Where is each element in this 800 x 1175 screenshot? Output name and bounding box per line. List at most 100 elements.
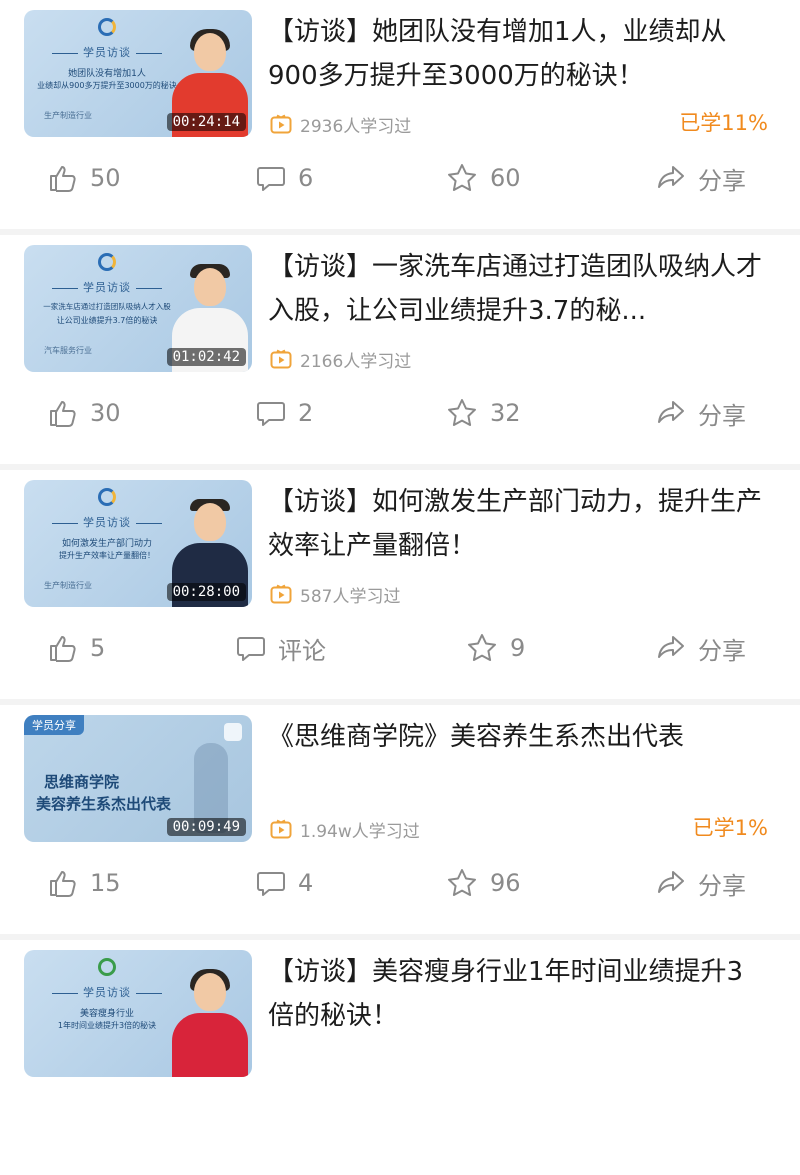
favorite-count: 32 xyxy=(490,399,521,427)
comment-button[interactable]: 2 xyxy=(256,383,313,443)
like-count: 30 xyxy=(90,399,121,427)
post-title[interactable]: 【访谈】美容瘦身行业1年时间业绩提升3倍的秘诀！ xyxy=(268,950,768,1038)
favorite-count: 96 xyxy=(490,869,521,897)
like-count: 5 xyxy=(90,634,106,662)
comment-button[interactable]: 4 xyxy=(256,853,313,913)
comment-label: 评论 xyxy=(278,636,326,665)
video-thumbnail[interactable]: 学员访谈 美容瘦身行业 1年时间业绩提升3倍的秘诀 xyxy=(24,950,252,1077)
thumbnail-caption-secondary: 业绩却从900多万提升至3000万的秘诀 xyxy=(37,81,177,90)
learner-count: 2166人学习过 xyxy=(270,347,412,372)
thumbnail-caption: 一家洗车店通过打造团队吸纳人才入股 xyxy=(43,302,171,311)
comment-icon xyxy=(257,167,285,191)
star-icon xyxy=(448,869,476,896)
post-title[interactable]: 【访谈】一家洗车店通过打造团队吸纳人才入股，让公司业绩提升3.7的秘... xyxy=(268,245,768,333)
favorite-count: 9 xyxy=(510,634,526,662)
thumbnail-banner: 学员访谈 xyxy=(32,279,182,295)
learner-count-text: 1.94w人学习过 xyxy=(300,821,420,842)
brand-logo-icon xyxy=(224,723,242,741)
action-bar: 50 6 60 分享 xyxy=(0,148,800,208)
thumbnail-industry: 生产制造行业 xyxy=(44,111,92,120)
thumbnail-caption-secondary: 美容养生系杰出代表 xyxy=(36,795,172,813)
learner-count-text: 2936人学习过 xyxy=(300,116,412,137)
share-icon xyxy=(658,636,684,658)
like-count: 50 xyxy=(90,164,121,192)
brand-logo-icon xyxy=(98,18,116,36)
video-thumbnail[interactable]: 学员访谈 她团队没有增加1人 业绩却从900多万提升至3000万的秘诀 生产制造… xyxy=(24,10,252,137)
video-duration: 00:24:14 xyxy=(166,113,246,131)
video-feed: 学员访谈 她团队没有增加1人 业绩却从900多万提升至3000万的秘诀 生产制造… xyxy=(0,0,800,1077)
thumbnail-caption: 思维商学院 xyxy=(44,773,120,791)
video-duration: 00:09:49 xyxy=(166,818,246,836)
like-count: 15 xyxy=(90,869,121,897)
feed-card[interactable]: 学员访谈 她团队没有增加1人 业绩却从900多万提升至3000万的秘诀 生产制造… xyxy=(0,0,800,235)
share-label: 分享 xyxy=(698,166,746,195)
like-button[interactable]: 50 xyxy=(48,148,121,208)
thumbnail-banner: 学员访谈 xyxy=(32,514,182,530)
share-label: 分享 xyxy=(698,871,746,900)
feed-card[interactable]: 学员访谈 一家洗车店通过打造团队吸纳人才入股 让公司业绩提升3.7倍的秘诀 汽车… xyxy=(0,235,800,470)
comment-icon xyxy=(257,402,285,426)
comment-count: 2 xyxy=(298,399,314,427)
post-title[interactable]: 【访谈】如何激发生产部门动力，提升生产效率让产量翻倍！ xyxy=(268,480,768,568)
thumbnail-banner: 学员访谈 xyxy=(32,44,182,60)
feed-card[interactable]: 学员访谈 美容瘦身行业 1年时间业绩提升3倍的秘诀 【访谈】美容瘦身行业1年时间… xyxy=(0,940,800,1175)
star-icon xyxy=(448,399,476,426)
video-thumbnail[interactable]: 学员分享 思维商学院 美容养生系杰出代表 00:09:49 xyxy=(24,715,252,842)
brand-logo-icon xyxy=(98,253,116,271)
learner-count-text: 587人学习过 xyxy=(300,586,401,607)
feed-card[interactable]: 学员访谈 如何激发生产部门动力 提升生产效率让产量翻倍！ 生产制造行业 00:2… xyxy=(0,470,800,705)
video-thumbnail[interactable]: 学员访谈 如何激发生产部门动力 提升生产效率让产量翻倍！ 生产制造行业 00:2… xyxy=(24,480,252,607)
thumbs-up-icon xyxy=(50,166,76,192)
action-bar: 5 评论 9 分享 xyxy=(0,618,800,678)
share-button[interactable]: 分享 xyxy=(656,383,746,443)
speaker-portrait xyxy=(172,969,248,1077)
thumbnail-caption: 美容瘦身行业 xyxy=(79,1009,134,1019)
favorite-button[interactable]: 96 xyxy=(446,853,521,913)
share-button[interactable]: 分享 xyxy=(656,853,746,913)
thumbnail-caption-secondary: 1年时间业绩提升3倍的秘诀 xyxy=(57,1021,157,1030)
learner-count: 2936人学习过 xyxy=(270,112,412,137)
learner-count-text: 2166人学习过 xyxy=(300,351,412,372)
thumbnail-industry: 生产制造行业 xyxy=(44,581,92,590)
play-video-icon xyxy=(270,114,292,134)
action-bar: 30 2 32 分享 xyxy=(0,383,800,443)
learner-count: 1.94w人学习过 xyxy=(270,817,420,842)
favorite-button[interactable]: 60 xyxy=(446,148,521,208)
learning-progress: 已学11% xyxy=(679,111,768,135)
play-video-icon xyxy=(270,349,292,369)
star-icon xyxy=(468,634,496,661)
favorite-button[interactable]: 32 xyxy=(446,383,521,443)
comment-button[interactable]: 评论 xyxy=(236,618,326,678)
action-bar: 15 4 96 分享 xyxy=(0,853,800,913)
share-label: 分享 xyxy=(698,636,746,665)
thumbnail-industry: 汽车服务行业 xyxy=(44,346,92,355)
feed-card[interactable]: 学员分享 思维商学院 美容养生系杰出代表 00:09:49 《思维商学院》美容养… xyxy=(0,705,800,940)
post-title[interactable]: 【访谈】她团队没有增加1人，业绩却从900多万提升至3000万的秘诀！ xyxy=(268,10,768,98)
share-icon xyxy=(658,401,684,423)
thumbnail-caption: 她团队没有增加1人 xyxy=(68,69,146,79)
thumbnail-banner: 学员访谈 xyxy=(32,984,182,1000)
thumbs-up-icon xyxy=(50,636,76,662)
video-thumbnail[interactable]: 学员访谈 一家洗车店通过打造团队吸纳人才入股 让公司业绩提升3.7倍的秘诀 汽车… xyxy=(24,245,252,372)
share-button[interactable]: 分享 xyxy=(656,618,746,678)
share-label: 分享 xyxy=(698,401,746,430)
post-title[interactable]: 《思维商学院》美容养生系杰出代表 xyxy=(268,715,768,759)
thumbnail-caption-secondary: 让公司业绩提升3.7倍的秘诀 xyxy=(56,316,158,325)
video-duration: 00:28:00 xyxy=(166,583,246,601)
like-button[interactable]: 30 xyxy=(48,383,121,443)
play-video-icon xyxy=(270,819,292,839)
like-button[interactable]: 5 xyxy=(48,618,105,678)
favorite-button[interactable]: 9 xyxy=(466,618,525,678)
thumbs-up-icon xyxy=(50,401,76,427)
share-button[interactable]: 分享 xyxy=(656,148,746,208)
thumbnail-caption-secondary: 提升生产效率让产量翻倍！ xyxy=(59,551,155,560)
comment-icon xyxy=(257,872,285,896)
comment-count: 6 xyxy=(298,164,314,192)
like-button[interactable]: 15 xyxy=(48,853,121,913)
favorite-count: 60 xyxy=(490,164,521,192)
comment-button[interactable]: 6 xyxy=(256,148,313,208)
play-video-icon xyxy=(270,584,292,604)
thumbnail-caption: 如何激发生产部门动力 xyxy=(61,539,152,549)
thumbs-up-icon xyxy=(50,871,76,897)
video-duration: 01:02:42 xyxy=(166,348,246,366)
